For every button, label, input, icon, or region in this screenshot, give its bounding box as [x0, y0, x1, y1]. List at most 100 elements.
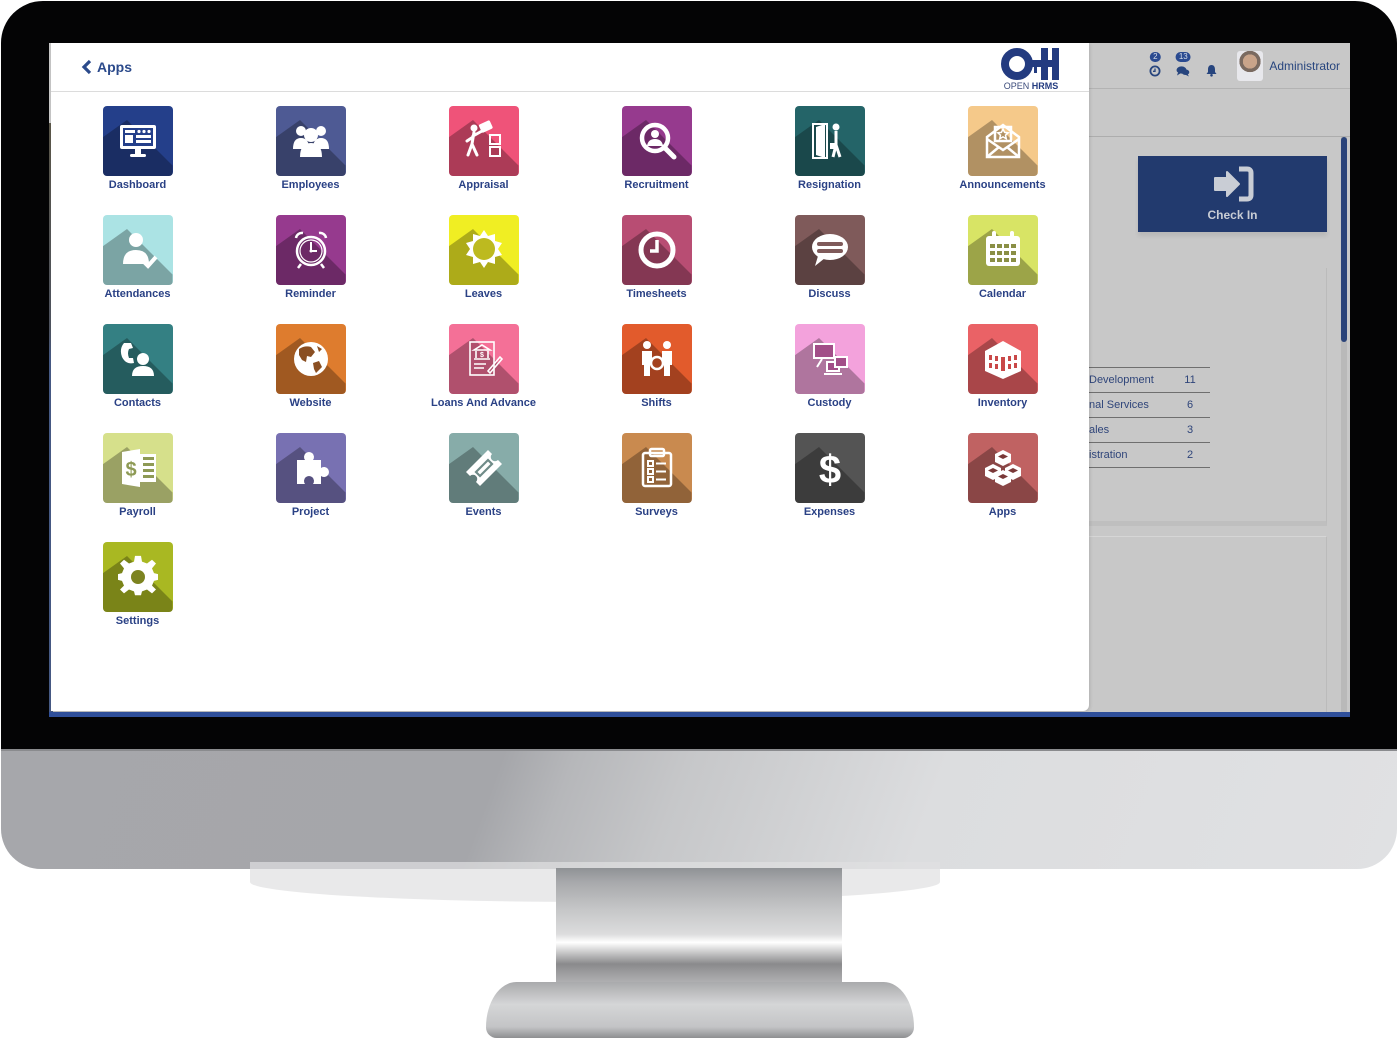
timesheets-icon-glyph — [638, 231, 675, 269]
app-label: Contacts — [113, 397, 162, 409]
app-tile-leaves[interactable]: Leaves — [397, 215, 570, 324]
app-tile-custody[interactable]: Custody — [743, 324, 916, 433]
clock-icon — [1149, 65, 1161, 76]
table-row[interactable]: nal Services 6 — [1089, 393, 1210, 418]
app-label: Attendances — [104, 288, 171, 300]
surveys-icon-glyph — [641, 447, 672, 488]
app-label: Recruitment — [624, 179, 689, 191]
app-label: Shifts — [641, 397, 672, 409]
department-count: 11 — [1184, 374, 1196, 386]
dashboard-icon — [102, 106, 173, 176]
activities-badge: 2 — [1150, 51, 1161, 62]
department-name: Development — [1089, 374, 1154, 386]
settings-icon — [102, 542, 173, 612]
open-hrms-logo: OPEN HRMS — [1001, 46, 1061, 91]
attendances-icon-glyph — [122, 233, 157, 269]
app-label: Loans And Advance — [431, 397, 536, 409]
app-tile-discuss[interactable]: Discuss — [743, 215, 916, 324]
table-row[interactable]: Development 11 — [1089, 368, 1210, 393]
app-tile-announcements[interactable]: Announcements — [916, 106, 1089, 215]
scrollbar-thumb[interactable] — [1341, 137, 1347, 342]
user-menu[interactable]: Administrator — [1237, 50, 1340, 81]
app-tile-attendances[interactable]: Attendances — [51, 215, 224, 324]
activities-menu[interactable]: 2 — [1141, 51, 1169, 81]
app-tile-reminder[interactable]: Reminder — [224, 215, 397, 324]
calendar-icon — [967, 215, 1038, 285]
loans-icon-glyph: $ — [468, 341, 503, 376]
app-tile-shifts[interactable]: Shifts — [570, 324, 743, 433]
contacts-icon — [102, 324, 173, 394]
app-tile-employees[interactable]: Employees — [224, 106, 397, 215]
surveys-icon — [621, 433, 692, 503]
svg-text:$: $ — [480, 352, 484, 359]
table-row[interactable]: istration 2 — [1089, 443, 1210, 468]
department-name: istration — [1089, 449, 1128, 461]
screen: 2 13 Administrator Check In Development … — [49, 43, 1350, 717]
project-icon-glyph — [296, 452, 329, 484]
app-tile-apps[interactable]: Apps — [916, 433, 1089, 542]
leaves-icon — [448, 215, 519, 285]
reminder-icon-glyph — [294, 231, 327, 269]
table-row[interactable]: ales 3 — [1089, 418, 1210, 443]
resignation-icon-glyph — [811, 123, 841, 159]
app-tile-appraisal[interactable]: Appraisal — [397, 106, 570, 215]
app-label: Resignation — [798, 179, 861, 191]
app-tile-resignation[interactable]: Resignation — [743, 106, 916, 215]
app-tile-events[interactable]: Events — [397, 433, 570, 542]
sign-in-icon — [1213, 166, 1253, 202]
app-label: Apps — [988, 506, 1017, 518]
messages-badge: 13 — [1175, 51, 1191, 62]
app-tile-expenses[interactable]: $ Expenses — [743, 433, 916, 542]
svg-text:$: $ — [818, 448, 840, 490]
app-label: Settings — [115, 615, 160, 627]
app-tile-loans-and-advance[interactable]: $ Loans And Advance — [397, 324, 570, 433]
shifts-icon-glyph — [641, 341, 672, 376]
app-label: Calendar — [978, 288, 1027, 300]
app-label: Surveys — [635, 506, 678, 518]
app-tile-calendar[interactable]: Calendar — [916, 215, 1089, 324]
app-label: Dashboard — [108, 179, 167, 191]
appraisal-icon-glyph — [465, 120, 501, 157]
app-tile-recruitment[interactable]: Recruitment — [570, 106, 743, 215]
bell-icon — [1206, 64, 1217, 77]
website-icon — [275, 324, 346, 394]
events-icon — [448, 433, 519, 503]
app-tile-inventory[interactable]: Inventory — [916, 324, 1089, 433]
back-to-apps-link[interactable]: Apps — [81, 59, 132, 75]
back-label: Apps — [97, 59, 132, 75]
department-count: 2 — [1186, 449, 1194, 461]
avatar — [1237, 50, 1264, 81]
logo-oh-icon — [1001, 47, 1059, 80]
shifts-icon — [621, 324, 692, 394]
app-tile-website[interactable]: Website — [224, 324, 397, 433]
appraisal-icon — [448, 106, 519, 176]
dashboard-icon-glyph — [119, 125, 156, 157]
discuss-icon-glyph — [811, 234, 848, 266]
app-label: Custody — [807, 397, 852, 409]
monitor-chin — [1, 749, 1397, 869]
app-label: Expenses — [803, 506, 856, 518]
timesheets-icon — [621, 215, 692, 285]
notifications-menu[interactable] — [1197, 51, 1225, 81]
app-tile-settings[interactable]: Settings — [51, 542, 224, 651]
app-tile-contacts[interactable]: Contacts — [51, 324, 224, 433]
app-tile-project[interactable]: Project — [224, 433, 397, 542]
payroll-icon-glyph: $ — [121, 449, 156, 487]
app-tile-surveys[interactable]: Surveys — [570, 433, 743, 542]
check-in-button[interactable]: Check In — [1138, 156, 1327, 232]
inventory-icon-glyph — [984, 341, 1021, 379]
app-grid: Dashboard Employees Appraisal Recruitmen… — [51, 106, 1089, 651]
reminder-icon — [275, 215, 346, 285]
discuss-icon — [794, 215, 865, 285]
custody-icon-glyph — [812, 343, 848, 375]
logo-mark — [1001, 46, 1061, 82]
app-tile-dashboard[interactable]: Dashboard — [51, 106, 224, 215]
settings-icon-glyph — [117, 555, 158, 596]
chevron-left-icon — [81, 59, 92, 75]
app-tile-timesheets[interactable]: Timesheets — [570, 215, 743, 324]
recruitment-icon — [621, 106, 692, 176]
app-tile-payroll[interactable]: $ Payroll — [51, 433, 224, 542]
events-icon-glyph — [465, 450, 502, 486]
payroll-icon: $ — [102, 433, 173, 503]
messages-menu[interactable]: 13 — [1169, 51, 1197, 81]
